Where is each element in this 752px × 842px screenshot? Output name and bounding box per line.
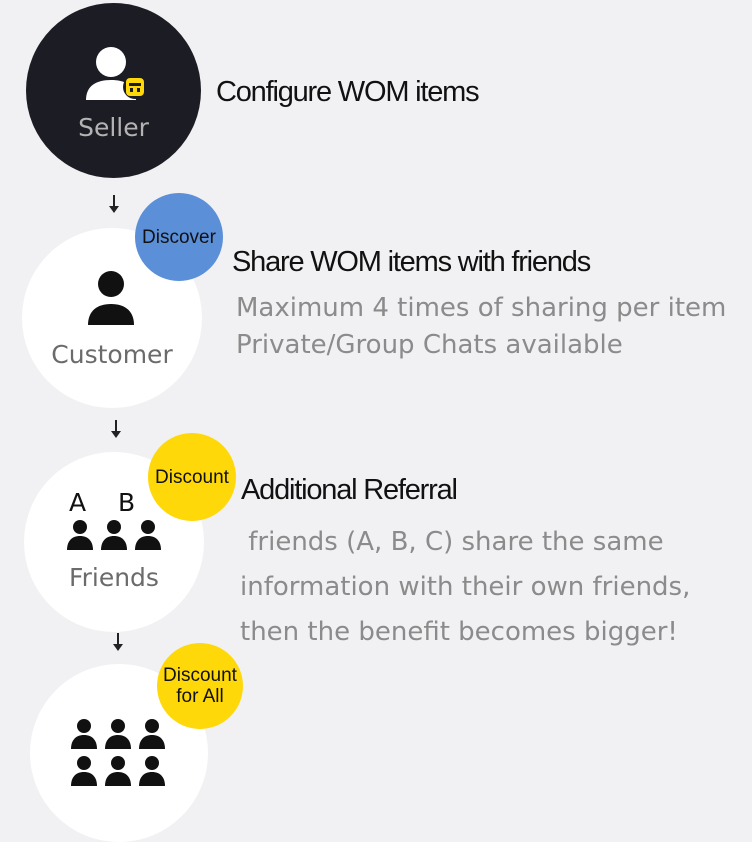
user-store-icon: [86, 47, 147, 100]
seller-title: Configure WOM items: [216, 76, 480, 108]
people-group-icon: [67, 520, 161, 550]
arrow-down-icon: [109, 195, 119, 213]
discover-badge: Discover: [135, 193, 223, 281]
friends-line-1: friends (A, B, C) share the same: [240, 527, 664, 557]
customer-line-2: Private/Group Chats available: [236, 330, 623, 360]
friends-label: Friends: [69, 563, 159, 592]
arrow-down-icon: [111, 420, 121, 438]
badge-line-1: Discount: [163, 665, 237, 686]
customer-title: Share WOM items with friends: [232, 246, 591, 278]
people-group-icon: [71, 719, 165, 786]
friends-line-2: information with their own friends,: [240, 572, 691, 602]
person-icon: [88, 271, 134, 325]
customer-line-1: Maximum 4 times of sharing per item: [236, 293, 727, 323]
friends-description: friends (A, B, C) share the same informa…: [240, 520, 690, 655]
customer-label: Customer: [51, 340, 173, 369]
discount-badge: Discount: [148, 433, 236, 521]
badge-line-2: for All: [176, 686, 224, 707]
friends-line-3: then the benefit becomes bigger!: [240, 617, 678, 647]
friends-title: Additional Referral: [241, 474, 458, 506]
discount-for-all-badge: Discount for All: [157, 643, 243, 729]
seller-label: Seller: [78, 113, 149, 142]
arrow-down-icon: [113, 633, 123, 651]
customer-description: Maximum 4 times of sharing per item Priv…: [236, 290, 726, 364]
